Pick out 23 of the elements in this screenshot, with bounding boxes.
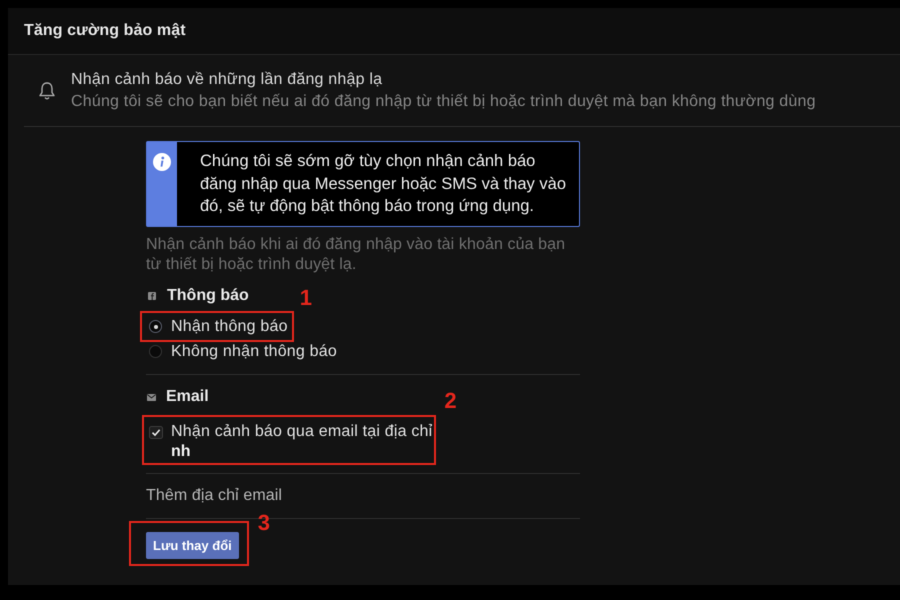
save-button[interactable]: Lưu thay đổi [146, 532, 239, 559]
setting-title: Nhận cảnh báo về những lần đăng nhập lạ [71, 70, 384, 90]
option-label[interactable]: Không nhận thông báo [171, 342, 337, 360]
setting-description: Chúng tôi sẽ cho bạn biết nếu ai đó đăng nhập từ thiết bị hoặc trình duyệt mà bạn không thường dùng [71, 92, 816, 112]
envelope-icon [147, 394, 156, 400]
radio-button[interactable] [149, 345, 162, 358]
panel-title: Tăng cường bảo mật [24, 22, 186, 40]
callout-number: 2 [444, 389, 457, 413]
bell-icon [38, 81, 56, 101]
description-text: Nhận cảnh báo khi ai đó đăng nhập vào tài khoản của bạn từ thiết bị hoặc trình duyệt lạ. [146, 235, 566, 275]
radio-button[interactable] [149, 320, 162, 333]
section-heading: Thông báo [167, 286, 249, 306]
square-f-icon [148, 292, 156, 300]
email-address: nh [171, 442, 192, 462]
checkbox[interactable] [149, 426, 163, 439]
notice-text: Chúng tôi sẽ sớm gỡ tùy chọn nhận cảnh báo đăng nhập qua Messenger hoặc SMS và thay vào đó, sẽ tự động bật thông báo trong ứng dụng. [199, 151, 567, 217]
option-label[interactable]: Nhận thông báo [171, 318, 288, 336]
callout-number: 1 [300, 286, 312, 310]
option-label[interactable]: Nhận cảnh báo qua email tại địa chỉ [171, 422, 432, 442]
info-icon [153, 153, 171, 171]
add-email-link[interactable]: Thêm địa chỉ email [146, 485, 282, 507]
callout-number: 3 [258, 511, 270, 535]
section-heading: Email [166, 387, 209, 407]
